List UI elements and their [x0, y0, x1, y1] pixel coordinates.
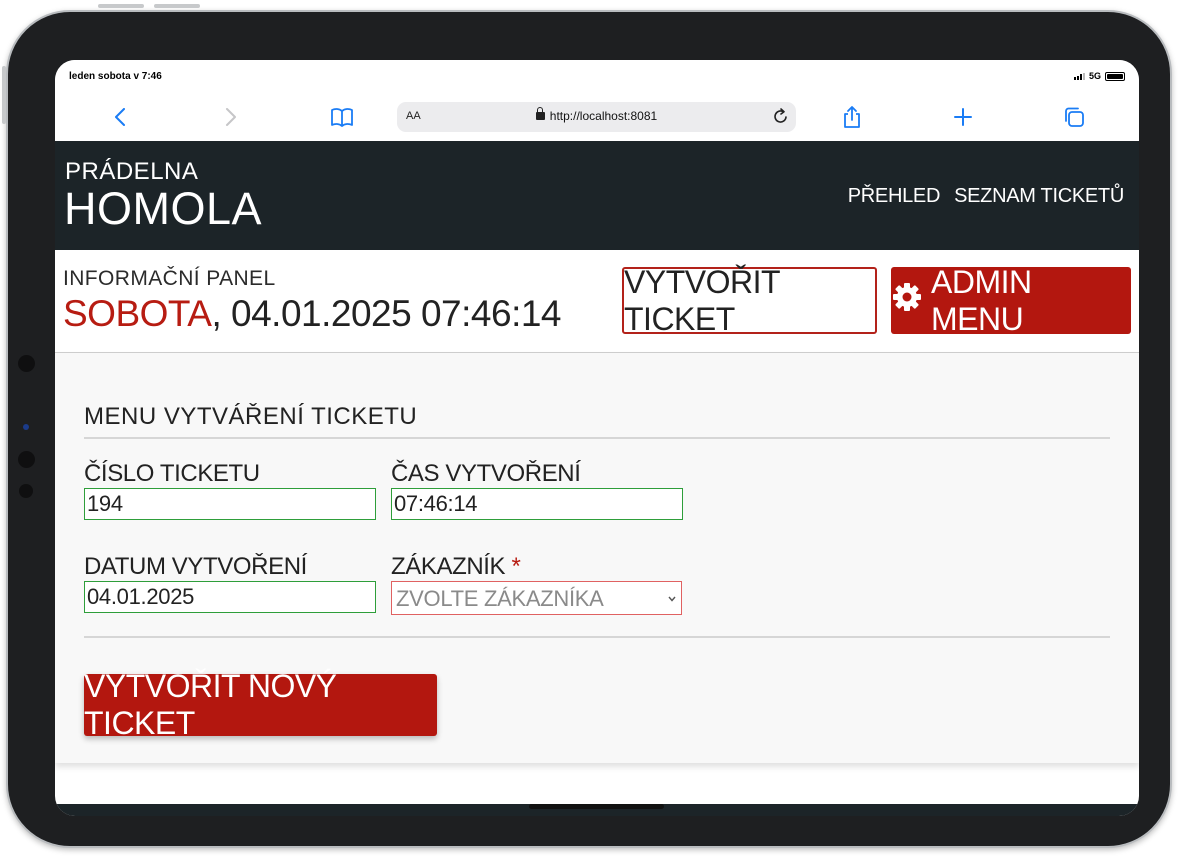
light-sensor — [18, 451, 35, 468]
customer-select-placeholder: ZVOLTE ZÁKAZNÍKA — [396, 586, 604, 611]
created-time-label: ČAS VYTVOŘENÍ — [391, 460, 581, 487]
customer-label: ZÁKAZNÍK * — [391, 553, 521, 580]
ticket-form-panel: MENU VYTVÁŘENÍ TICKETU ČÍSLO TICKETU ČAS… — [55, 353, 1139, 763]
tabs-icon[interactable] — [1061, 104, 1087, 130]
chevron-down-icon — [668, 593, 676, 605]
main-nav: PŘEHLED SEZNAM TICKETŮ — [848, 185, 1125, 208]
current-day: SOBOTA — [63, 293, 212, 334]
bookmarks-icon[interactable] — [329, 104, 355, 130]
divider — [84, 636, 1110, 638]
required-mark: * — [511, 553, 521, 580]
power-button — [2, 66, 6, 124]
forward-icon[interactable] — [218, 104, 244, 130]
battery-icon — [1105, 71, 1125, 81]
tablet-frame: leden sobota v 7:46 5G AA http://localho… — [6, 10, 1172, 848]
status-bar: leden sobota v 7:46 5G — [55, 60, 1139, 94]
nav-overview[interactable]: PŘEHLED — [848, 185, 941, 208]
browser-toolbar: AA http://localhost:8081 — [55, 94, 1139, 141]
home-indicator — [529, 804, 664, 809]
brand-subtitle: PRÁDELNA — [65, 158, 199, 185]
current-datetime: SOBOTA, 04.01.2025 07:46:14 — [63, 293, 561, 335]
created-date-field[interactable] — [84, 581, 376, 613]
info-panel-label: INFORMAČNÍ PANEL — [63, 267, 276, 290]
signal-icon — [1073, 72, 1085, 80]
back-icon[interactable] — [107, 104, 133, 130]
brand-title[interactable]: HOMOLA — [64, 183, 262, 235]
create-ticket-button[interactable]: VYTVOŘIT TICKET — [622, 264, 877, 337]
address-bar[interactable]: AA http://localhost:8081 — [397, 102, 796, 132]
created-date-label: DATUM VYTVOŘENÍ — [84, 553, 307, 580]
nav-ticket-list[interactable]: SEZNAM TICKETŮ — [954, 185, 1124, 208]
current-date-time: , 04.01.2025 07:46:14 — [211, 293, 561, 334]
lock-icon — [535, 107, 545, 120]
info-panel: INFORMAČNÍ PANEL SOBOTA, 04.01.2025 07:4… — [55, 250, 1139, 353]
network-label: 5G — [1088, 71, 1101, 81]
tablet-screen: leden sobota v 7:46 5G AA http://localho… — [55, 60, 1139, 816]
site-header: PRÁDELNA HOMOLA PŘEHLED SEZNAM TICKETŮ — [55, 141, 1139, 250]
ticket-number-field[interactable] — [84, 488, 376, 520]
status-time: leden sobota v 7:46 — [69, 71, 162, 82]
status-indicators: 5G — [1073, 71, 1125, 81]
proximity-sensor — [19, 484, 33, 498]
customer-select[interactable]: ZVOLTE ZÁKAZNÍKA — [391, 581, 682, 615]
created-time-field[interactable] — [391, 488, 683, 520]
new-tab-icon[interactable] — [950, 104, 976, 130]
ticket-number-label: ČÍSLO TICKETU — [84, 460, 260, 487]
admin-menu-label: ADMIN MENU — [931, 263, 1032, 337]
share-icon[interactable] — [839, 104, 865, 130]
url-text: http://localhost:8081 — [549, 109, 658, 123]
volume-down-button — [154, 4, 200, 8]
camera-sensor — [18, 355, 35, 372]
reload-icon[interactable] — [773, 108, 789, 130]
admin-menu-button[interactable]: ADMIN MENU — [891, 264, 1131, 337]
gear-icon — [891, 281, 923, 321]
form-title: MENU VYTVÁŘENÍ TICKETU — [84, 403, 418, 430]
camera-lens — [23, 424, 29, 430]
volume-up-button — [98, 4, 144, 8]
divider — [84, 437, 1110, 439]
create-new-ticket-button[interactable]: VYTVOŘIT NOVÝ TICKET — [84, 668, 437, 741]
